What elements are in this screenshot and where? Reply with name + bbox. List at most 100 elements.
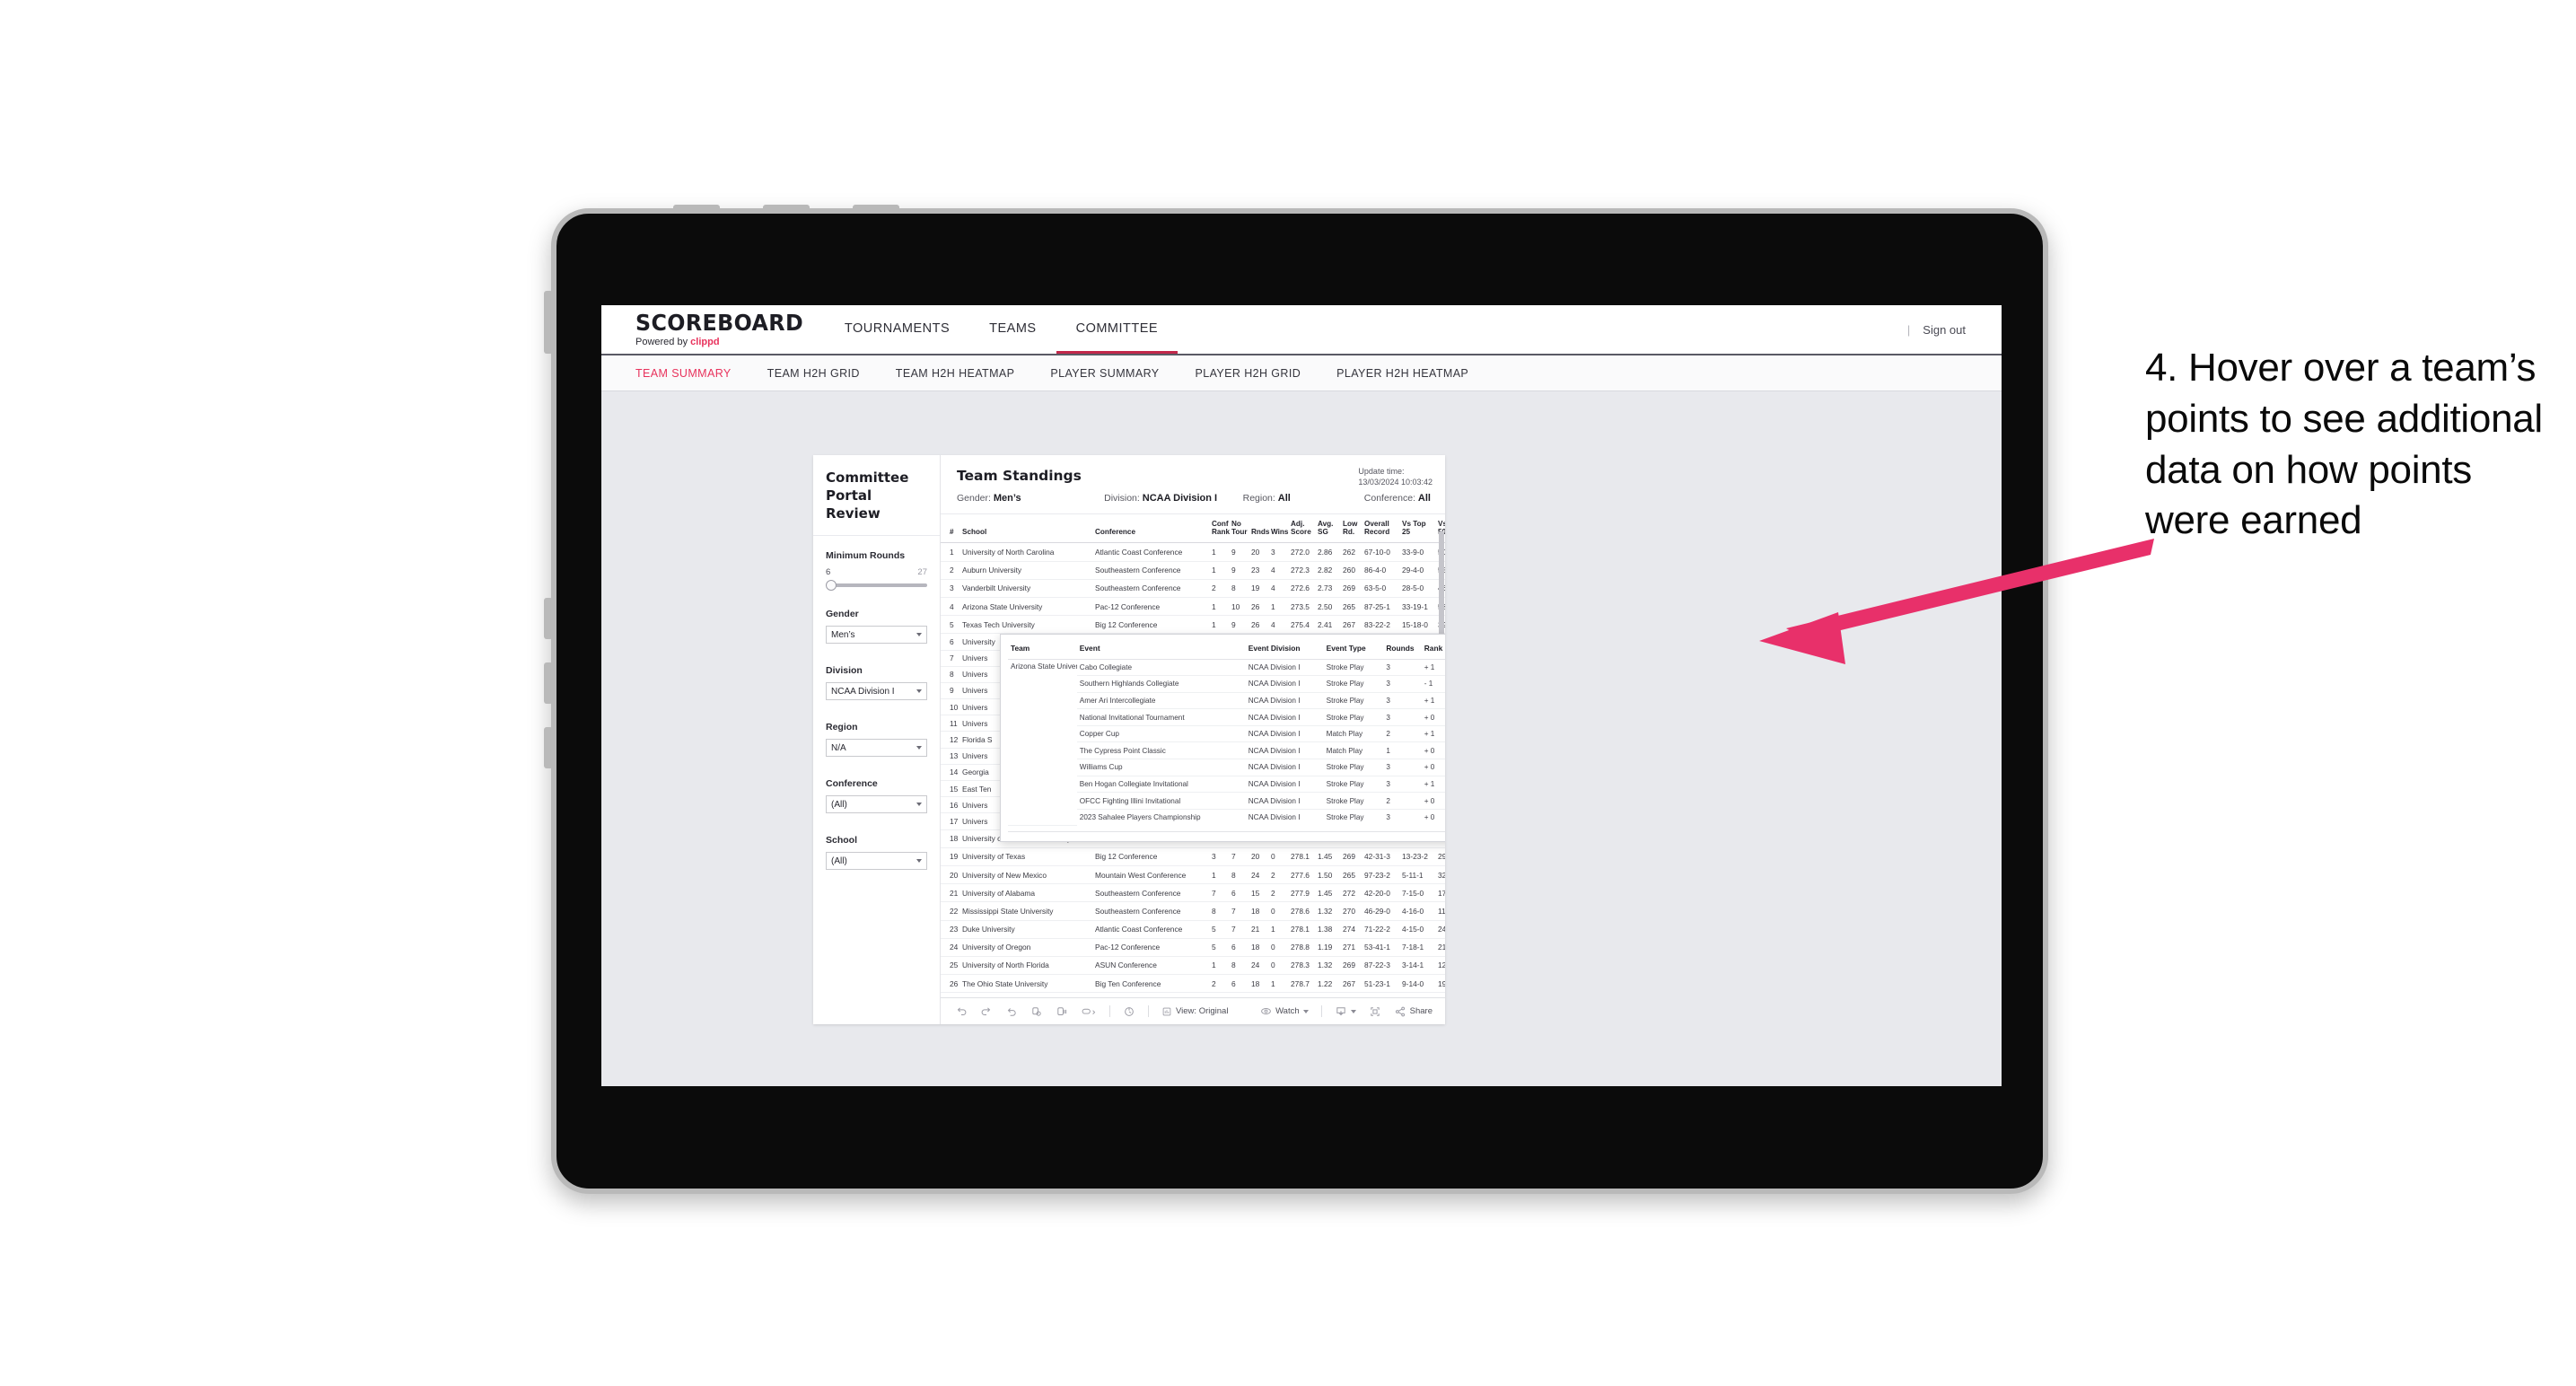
col-avg-sg[interactable]: Avg. SG <box>1316 514 1341 544</box>
cell-rnds: 15 <box>1249 883 1269 903</box>
cell-conference: ASUN Conference <box>1093 956 1210 976</box>
cell-school: The Ohio State University <box>960 974 1093 994</box>
col-conf-rank[interactable]: Conf Rank <box>1210 514 1230 544</box>
cell-vs-top-25: 4-15-0 <box>1400 920 1436 939</box>
share-icon <box>1394 1005 1406 1018</box>
table-row[interactable]: 26 The Ohio State University Big Ten Confe… <box>941 974 1445 994</box>
col-adj-score[interactable]: Adj. Score <box>1289 514 1316 544</box>
table-row[interactable]: 24 University of Oregon Pac-12 Conference 5… <box>941 938 1445 957</box>
minimum-rounds-min: 6 <box>826 567 831 578</box>
tooltip-footer-rule <box>1008 830 1445 832</box>
conference-select[interactable]: (All) <box>826 795 927 814</box>
minimum-rounds-slider-handle[interactable] <box>826 580 837 592</box>
tooltip-cell-event: Amer Ari Intercollegiate <box>1076 692 1246 710</box>
data-freshness-icon[interactable] <box>1123 1005 1135 1018</box>
table-row[interactable]: 22 Mississippi State University Southeaste… <box>941 901 1445 921</box>
tooltip-cell-division: NCAA Division I <box>1245 659 1324 677</box>
col-low-rd[interactable]: Low Rd. <box>1341 514 1362 544</box>
minimum-rounds-slider[interactable] <box>826 580 927 592</box>
redo-icon[interactable] <box>980 1005 993 1018</box>
cell-conference: Mountain West Conference <box>1093 865 1210 885</box>
fullscreen-icon[interactable] <box>1369 1005 1381 1018</box>
school-select[interactable]: (All) <box>826 852 927 871</box>
table-row[interactable]: 1 University of North Carolina Atlantic Co… <box>941 542 1445 562</box>
refresh-icon[interactable] <box>1030 1005 1043 1018</box>
cell-conference: Southeastern Conference <box>1093 561 1210 580</box>
table-row[interactable]: 4 Arizona State University Pac-12 Conferen… <box>941 597 1445 617</box>
division-select[interactable]: NCAA Division I <box>826 682 927 701</box>
col-no-tour[interactable]: No Tour <box>1230 514 1249 544</box>
subnav-player-summary[interactable]: PLAYER SUMMARY <box>1050 367 1177 380</box>
col-overall-record[interactable]: Overall Record <box>1362 514 1400 544</box>
download-button[interactable] <box>1335 1005 1356 1018</box>
cell-rnds: 21 <box>1249 920 1269 939</box>
cell-adj-score: 278.1 <box>1289 920 1316 939</box>
standings-table-wrapper[interactable]: # School Conference Conf Rank No Tour Rn… <box>941 514 1445 997</box>
cell-conf-rank: 1 <box>1210 597 1230 617</box>
sign-out-link[interactable]: Sign out <box>1923 323 1966 337</box>
cell-vs-top-50: 24-21-0 <box>1436 920 1445 939</box>
share-button[interactable]: Share <box>1394 1005 1433 1018</box>
tooltip-cell-rounds: 3 <box>1383 776 1422 794</box>
meta-division-label: Division: <box>1104 493 1140 504</box>
gender-select[interactable]: Men’s <box>826 626 927 645</box>
cell-adj-score: 275.4 <box>1289 615 1316 635</box>
cell-wins: 4 <box>1269 561 1289 580</box>
table-row[interactable]: 25 University of North Florida ASUN Confer… <box>941 956 1445 976</box>
col-rank[interactable]: # <box>941 514 960 544</box>
cell-wins: 4 <box>1269 615 1289 635</box>
cell-overall-record: 87-25-1 <box>1362 597 1400 617</box>
cell-rank: 4 <box>941 597 960 617</box>
table-row[interactable]: 23 Duke University Atlantic Coast Conferen… <box>941 920 1445 939</box>
portal-title: Committee Portal Review <box>813 455 940 537</box>
undo-icon[interactable] <box>955 1005 968 1018</box>
cell-conference: Southeastern Conference <box>1093 883 1210 903</box>
col-wins[interactable]: Wins <box>1269 514 1289 544</box>
subnav-team-summary[interactable]: TEAM SUMMARY <box>635 367 749 380</box>
subnav-team-h2h-grid[interactable]: TEAM H2H GRID <box>767 367 878 380</box>
col-rnds[interactable]: Rnds <box>1249 514 1269 544</box>
region-select[interactable]: N/A <box>826 739 927 758</box>
cell-school: Duke University <box>960 920 1093 939</box>
cell-overall-record: 67-10-0 <box>1362 542 1400 562</box>
main-navigation: TOURNAMENTS TEAMS COMMITTEE <box>825 305 1178 354</box>
brand-logo[interactable]: SCOREBOARD Powered by clippd <box>601 305 812 354</box>
col-conference[interactable]: Conference <box>1093 514 1210 544</box>
device-layout-icon[interactable] <box>1081 1005 1097 1018</box>
cell-rnds: 26 <box>1249 597 1269 617</box>
cell-overall-record: 42-31-3 <box>1362 847 1400 866</box>
revert-icon[interactable] <box>1005 1005 1018 1018</box>
cell-wins: 1 <box>1269 920 1289 939</box>
view-original-button[interactable]: View: Original <box>1161 1006 1228 1017</box>
tooltip-cell-rounds: 3 <box>1386 813 1390 822</box>
subnav-player-h2h-heatmap[interactable]: PLAYER H2H HEATMAP <box>1336 367 1486 380</box>
cell-vs-top-25: 9-14-0 <box>1400 974 1436 994</box>
subnav-team-h2h-heatmap[interactable]: TEAM H2H HEATMAP <box>896 367 1033 380</box>
cell-school: University of Alabama <box>960 883 1093 903</box>
nav-committee[interactable]: COMMITTEE <box>1056 305 1178 354</box>
cell-wins: 3 <box>1269 542 1289 562</box>
table-row[interactable]: 19 University of Texas Big 12 Conference 3 7… <box>941 847 1445 866</box>
col-school[interactable]: School <box>960 514 1093 544</box>
cell-low-rd: 271 <box>1341 938 1362 957</box>
table-row[interactable]: 5 Texas Tech University Big 12 Conference 1… <box>941 615 1445 635</box>
tooltip-cell-rounds: 3 <box>1383 708 1422 726</box>
nav-tournaments[interactable]: TOURNAMENTS <box>825 305 969 354</box>
tooltip-row: Arizona State UniversityCabo CollegiateN… <box>1008 659 1445 826</box>
cell-vs-top-25: 7-15-0 <box>1400 883 1436 903</box>
nav-teams[interactable]: TEAMS <box>969 305 1056 354</box>
update-time-label: Update time: <box>1358 467 1405 476</box>
pause-updates-icon[interactable] <box>1056 1005 1068 1018</box>
table-row[interactable]: 2 Auburn University Southeastern Conferenc… <box>941 561 1445 580</box>
cell-overall-record: 51-23-1 <box>1362 974 1400 994</box>
conference-label: Conference <box>826 778 878 790</box>
table-row[interactable]: 21 University of Alabama Southeastern Conf… <box>941 883 1445 903</box>
subnav-player-h2h-grid[interactable]: PLAYER H2H GRID <box>1196 367 1319 380</box>
tooltip-cell-type: Stroke Play <box>1323 708 1384 726</box>
tooltip-cell-division: NCAA Division I <box>1245 708 1324 726</box>
watch-button[interactable]: Watch <box>1260 1005 1309 1017</box>
table-row[interactable]: 20 University of New Mexico Mountain West … <box>941 865 1445 885</box>
table-row[interactable]: 3 Vanderbilt University Southeastern Confe… <box>941 579 1445 598</box>
col-vs-top-25[interactable]: Vs Top 25 <box>1400 514 1436 544</box>
cell-adj-score: 272.3 <box>1289 561 1316 580</box>
